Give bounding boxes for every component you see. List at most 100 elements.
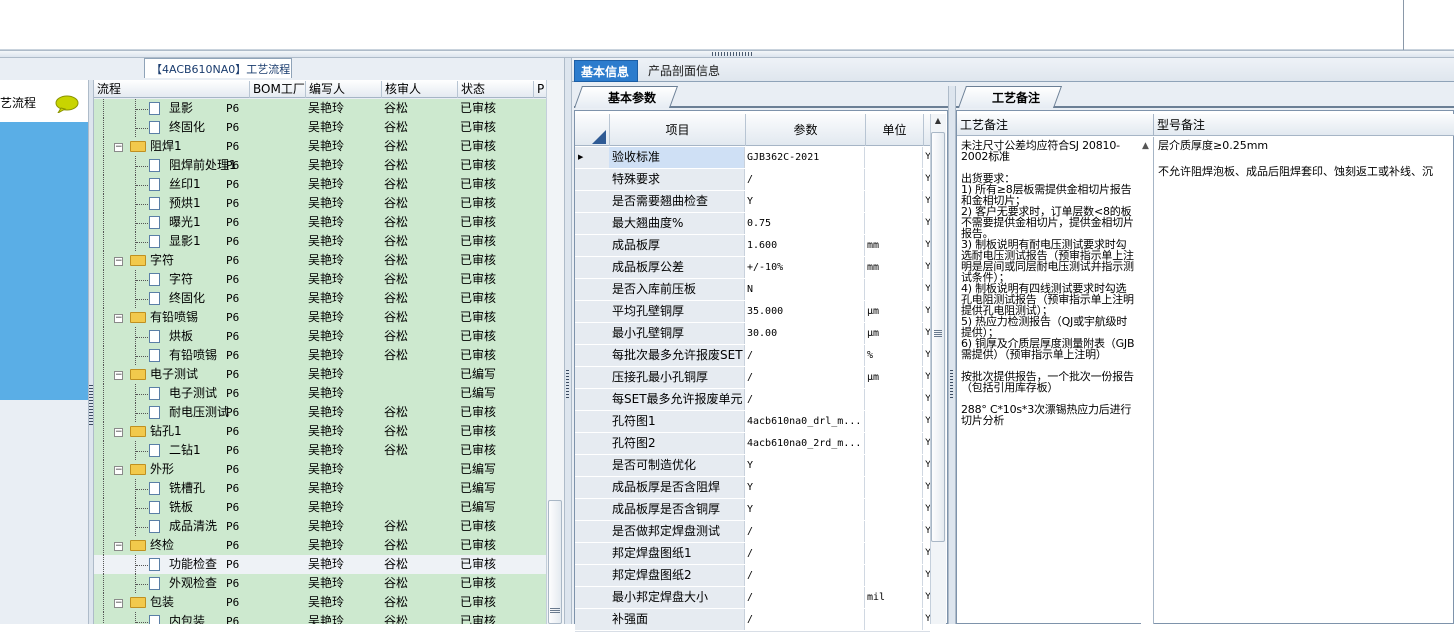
param-unit-field[interactable] xyxy=(865,477,923,498)
param-row[interactable]: 最大翘曲度% 0.75 Y xyxy=(575,213,933,236)
param-value-field[interactable]: / xyxy=(745,565,865,586)
collapse-toggle-icon[interactable]: − xyxy=(114,542,123,551)
table-row[interactable]: 二钻1 P6 吴艳玲 谷松 已审核 xyxy=(94,441,546,460)
table-row[interactable]: 预烘1 P6 吴艳玲 谷松 已审核 xyxy=(94,194,546,213)
param-unit-field[interactable] xyxy=(865,565,923,586)
param-value-field[interactable]: / xyxy=(745,389,865,410)
table-row[interactable]: 烘板 P6 吴艳玲 谷松 已审核 xyxy=(94,327,546,346)
row-selector[interactable] xyxy=(575,587,610,608)
param-unit-field[interactable] xyxy=(865,169,923,190)
row-selector[interactable] xyxy=(575,345,610,366)
col-header-author[interactable]: 编写人 xyxy=(305,81,385,98)
param-value-field[interactable]: 35.000 xyxy=(745,301,865,322)
row-selector[interactable] xyxy=(575,257,610,278)
param-row[interactable]: 是否入库前压板 N Y xyxy=(575,279,933,302)
table-row[interactable]: 电子测试 P6 吴艳玲 已编写 xyxy=(94,384,546,403)
col-header-bom[interactable]: BOM工厂 xyxy=(249,81,309,98)
param-unit-field[interactable]: % xyxy=(865,345,923,366)
row-selector[interactable] xyxy=(575,433,610,454)
param-value-field[interactable]: 4acb610na0_drl_m... xyxy=(745,411,865,432)
param-unit-field[interactable] xyxy=(865,147,923,168)
side-nav-title[interactable]: 艺流程 xyxy=(0,94,36,111)
param-unit-field[interactable] xyxy=(865,279,923,300)
tab-process-notes-label[interactable]: 工艺备注 xyxy=(992,89,1040,106)
param-unit-field[interactable]: mm xyxy=(865,235,923,256)
row-selector[interactable] xyxy=(575,411,610,432)
col-header-model-notes[interactable]: 型号备注 xyxy=(1154,114,1454,136)
param-row[interactable]: 邦定焊盘图纸2/Y xyxy=(575,565,933,588)
table-row[interactable]: 阻焊前处理1 P6 吴艳玲 谷松 已审核 xyxy=(94,156,546,175)
param-row[interactable]: 成品板厚是否含铜厚 Y Y xyxy=(575,499,933,522)
param-row[interactable]: 孔符图1 4acb610na0_drl_m... Y xyxy=(575,411,933,434)
table-row[interactable]: 字符 P6 吴艳玲 谷松 已审核 xyxy=(94,270,546,289)
scrollbar-thumb[interactable] xyxy=(548,500,562,624)
row-selector[interactable] xyxy=(575,543,610,564)
table-row[interactable]: − 阻焊1 P6 吴艳玲 谷松 已审核 xyxy=(94,137,546,156)
param-row[interactable]: 是否做邦定焊盘测试 / Y xyxy=(575,521,933,544)
table-row[interactable]: 耐电压测试 P6 吴艳玲 谷松 已审核 xyxy=(94,403,546,422)
param-value-field[interactable]: +/-10% xyxy=(745,257,865,278)
row-selector[interactable] xyxy=(575,191,610,212)
row-selector[interactable] xyxy=(575,565,610,586)
param-row[interactable]: 每SET最多允许报废单元 / Y xyxy=(575,389,933,412)
row-selector[interactable] xyxy=(575,169,610,190)
param-unit-field[interactable] xyxy=(865,411,923,432)
process-flow-tab[interactable]: 【4ACB610NA0】工艺流程 xyxy=(144,58,292,78)
table-row[interactable]: 曝光1 P6 吴艳玲 谷松 已审核 xyxy=(94,213,546,232)
param-unit-field[interactable] xyxy=(865,521,923,542)
row-selector[interactable] xyxy=(575,609,610,630)
param-unit-field[interactable] xyxy=(865,213,923,234)
param-value-field[interactable]: 30.00 xyxy=(745,323,865,344)
col-header-unit[interactable]: 单位 xyxy=(865,114,923,146)
collapse-toggle-icon[interactable]: − xyxy=(114,143,123,152)
collapse-toggle-icon[interactable]: − xyxy=(114,428,123,437)
param-value-field[interactable]: / xyxy=(745,367,865,388)
param-unit-field[interactable]: mil xyxy=(865,587,923,608)
param-value-field[interactable]: / xyxy=(745,345,865,366)
param-row[interactable]: 成品板厚 1.600 mm Y xyxy=(575,235,933,258)
table-row[interactable]: 铣槽孔 P6 吴艳玲 已编写 xyxy=(94,479,546,498)
splitter-grip-icon[interactable] xyxy=(566,370,569,400)
table-row[interactable]: − 有铅喷锡 P6 吴艳玲 谷松 已审核 xyxy=(94,308,546,327)
param-unit-field[interactable] xyxy=(865,499,923,520)
table-row[interactable]: 显影 P6 吴艳玲 谷松 已审核 xyxy=(94,99,546,118)
param-value-field[interactable]: / xyxy=(745,609,865,630)
param-value-field[interactable]: N xyxy=(745,279,865,300)
col-header-item[interactable]: 项目 xyxy=(609,114,745,146)
collapse-toggle-icon[interactable]: − xyxy=(114,599,123,608)
scroll-up-icon[interactable]: ▲ xyxy=(933,116,943,128)
param-unit-field[interactable] xyxy=(865,455,923,476)
tab-basic-info[interactable]: 基本信息 xyxy=(574,60,638,82)
param-value-field[interactable]: 0.75 xyxy=(745,213,865,234)
table-row[interactable]: 显影1 P6 吴艳玲 谷松 已审核 xyxy=(94,232,546,251)
col-header-flow[interactable]: 流程 xyxy=(94,81,252,98)
row-selector[interactable] xyxy=(575,499,610,520)
vertical-splitter[interactable] xyxy=(948,86,956,624)
param-row[interactable]: 孔符图2 4acb610na0_2rd_m... Y xyxy=(575,433,933,456)
param-value-field[interactable]: Y xyxy=(745,191,865,212)
model-notes-text[interactable]: 层介质厚度≥0.25mm 不允许阻焊泡板、成品后阻焊套印、蚀刻返工或补线、沉 xyxy=(1155,137,1454,624)
param-unit-field[interactable]: μm xyxy=(865,323,923,344)
table-row[interactable]: − 字符 P6 吴艳玲 谷松 已审核 xyxy=(94,251,546,270)
param-unit-field[interactable] xyxy=(865,389,923,410)
param-row[interactable]: 平均孔壁铜厚 35.000 μm Y xyxy=(575,301,933,324)
row-selector[interactable] xyxy=(575,323,610,344)
notes-scrollbar[interactable] xyxy=(1141,137,1154,624)
process-notes-text[interactable]: 未注尺寸公差均应符合SJ 20810-2002标准 出货要求： 1) 所有≥8层… xyxy=(957,137,1141,624)
row-selector[interactable] xyxy=(575,389,610,410)
param-value-field[interactable]: / xyxy=(745,587,865,608)
collapse-toggle-icon[interactable]: − xyxy=(114,466,123,475)
param-unit-field[interactable]: mm xyxy=(865,257,923,278)
param-unit-field[interactable] xyxy=(865,433,923,454)
splitter-grip-icon[interactable] xyxy=(950,370,953,400)
param-row[interactable]: 是否可制造优化 Y Y xyxy=(575,455,933,478)
param-value-field[interactable]: 4acb610na0_2rd_m... xyxy=(745,433,865,454)
param-unit-field[interactable]: μm xyxy=(865,301,923,322)
param-row[interactable]: 最小孔壁铜厚 30.00 μm Y xyxy=(575,323,933,346)
param-row[interactable]: 是否需要翘曲检查 Y Y xyxy=(575,191,933,214)
param-row[interactable]: 成品板厚是否含阻焊 Y Y xyxy=(575,477,933,500)
param-row[interactable]: 邦定焊盘图纸1/Y xyxy=(575,543,933,566)
row-selector[interactable] xyxy=(575,301,610,322)
param-unit-field[interactable] xyxy=(865,543,923,564)
tab-basic-params-label[interactable]: 基本参数 xyxy=(608,89,656,106)
